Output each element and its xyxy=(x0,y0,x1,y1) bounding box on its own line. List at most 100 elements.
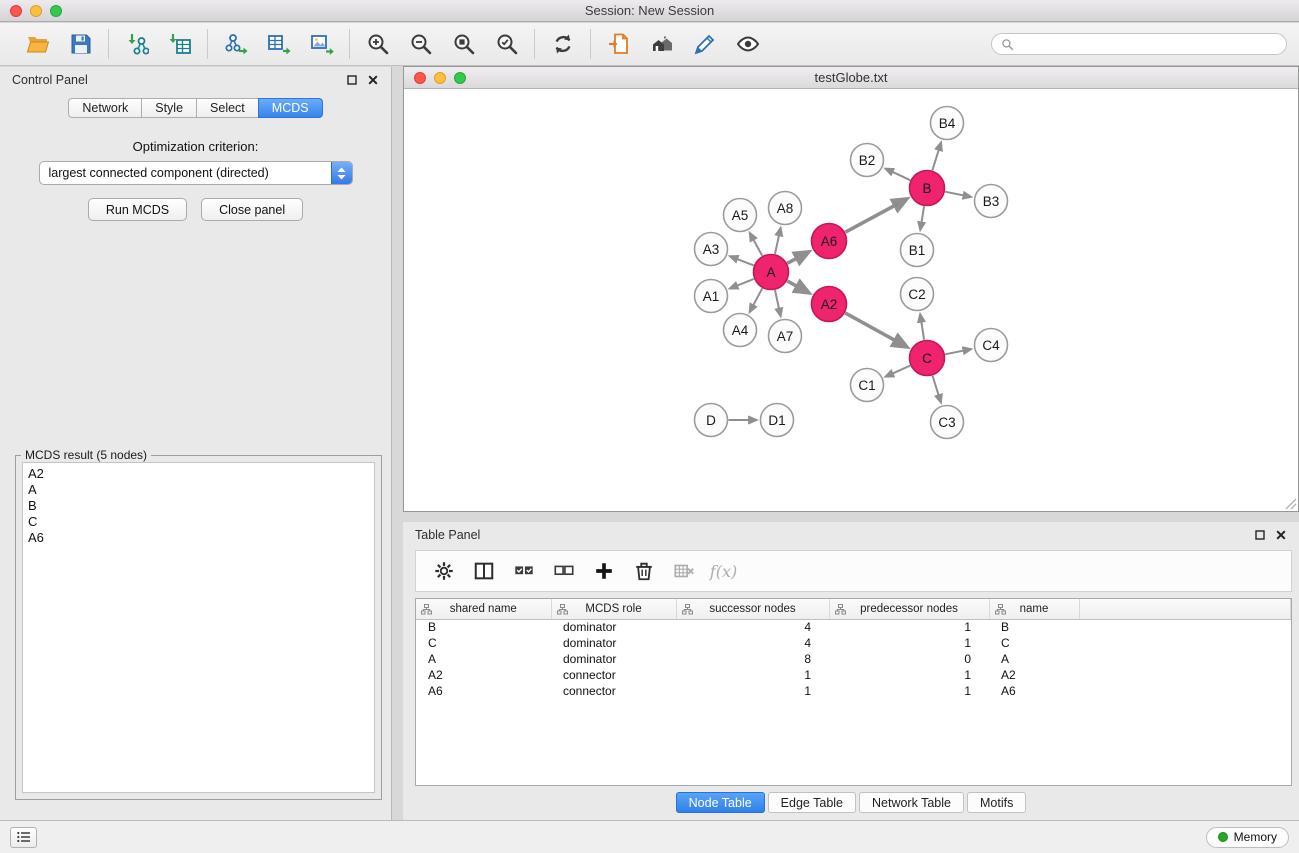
graph-node-C1[interactable]: C1 xyxy=(851,369,884,402)
tab-node-table[interactable]: Node Table xyxy=(676,792,765,813)
graph-node-B[interactable]: B xyxy=(910,171,945,206)
graph-edge-A-A8[interactable] xyxy=(775,228,781,254)
refresh-icon[interactable] xyxy=(549,31,576,58)
table-cell[interactable]: 1 xyxy=(829,635,989,651)
tab-mcds[interactable]: MCDS xyxy=(258,98,323,118)
graph-edge-C-C4[interactable] xyxy=(945,349,971,354)
column-header-shared-name[interactable]: shared name xyxy=(416,599,551,619)
select-all-icon[interactable] xyxy=(511,559,536,584)
graph-node-B2[interactable]: B2 xyxy=(851,144,884,177)
criterion-dropdown[interactable]: largest connected component (directed) xyxy=(39,161,353,185)
graph-edge-B-B4[interactable] xyxy=(932,143,941,171)
graph-node-A3[interactable]: A3 xyxy=(695,233,728,266)
network-close-button[interactable] xyxy=(414,72,426,84)
table-cell[interactable]: B xyxy=(416,619,551,635)
table-cell[interactable]: B xyxy=(989,619,1079,635)
home-icon[interactable] xyxy=(648,31,675,58)
graph-node-B4[interactable]: B4 xyxy=(931,107,964,140)
close-panel-icon[interactable] xyxy=(367,74,379,86)
table-row[interactable]: Bdominator41B xyxy=(416,619,1291,635)
graph-edge-A-A3[interactable] xyxy=(730,256,754,265)
graph-edge-A-A5[interactable] xyxy=(750,233,762,256)
graph-edge-A-A1[interactable] xyxy=(730,279,754,289)
add-row-icon[interactable] xyxy=(591,559,616,584)
graph-node-B1[interactable]: B1 xyxy=(901,234,934,267)
graph-node-C[interactable]: C xyxy=(910,341,945,376)
annotate-icon[interactable] xyxy=(691,31,718,58)
table-cell[interactable]: connector xyxy=(551,683,676,699)
column-options-icon[interactable] xyxy=(995,604,1006,615)
table-cell[interactable]: 1 xyxy=(829,667,989,683)
graph-node-B3[interactable]: B3 xyxy=(975,185,1008,218)
mcds-result-list[interactable]: A2ABCA6 xyxy=(22,462,375,793)
float-table-panel-icon[interactable] xyxy=(1254,529,1266,541)
zoom-selected-icon[interactable] xyxy=(493,31,520,58)
graph-edge-C-C3[interactable] xyxy=(933,376,941,403)
table-cell[interactable]: 0 xyxy=(829,651,989,667)
search-input[interactable] xyxy=(1019,37,1277,51)
import-document-icon[interactable] xyxy=(605,31,632,58)
graph-edge-A-A2[interactable] xyxy=(787,281,809,293)
table-cell[interactable]: 1 xyxy=(829,619,989,635)
column-options-icon[interactable] xyxy=(557,604,568,615)
column-header-successor-nodes[interactable]: successor nodes xyxy=(676,599,829,619)
graph-node-A8[interactable]: A8 xyxy=(769,192,802,225)
network-minimize-button[interactable] xyxy=(434,72,446,84)
graph-edge-B-B1[interactable] xyxy=(920,206,924,230)
table-cell[interactable]: connector xyxy=(551,667,676,683)
close-panel-button[interactable]: Close panel xyxy=(201,198,303,221)
table-cell[interactable]: dominator xyxy=(551,651,676,667)
show-columns-icon[interactable] xyxy=(471,559,496,584)
table-row[interactable]: Cdominator41C xyxy=(416,635,1291,651)
delete-rows-icon[interactable] xyxy=(631,559,656,584)
graph-node-D1[interactable]: D1 xyxy=(761,404,794,437)
table-cell[interactable]: A xyxy=(416,651,551,667)
column-header-mcds-role[interactable]: MCDS role xyxy=(551,599,676,619)
close-table-panel-icon[interactable] xyxy=(1275,529,1287,541)
column-header-name[interactable]: name xyxy=(989,599,1079,619)
table-cell[interactable]: A2 xyxy=(416,667,551,683)
zoom-in-icon[interactable] xyxy=(364,31,391,58)
graph-edge-B-B3[interactable] xyxy=(945,192,971,197)
export-image-icon[interactable] xyxy=(308,31,335,58)
show-view-icon[interactable] xyxy=(734,31,761,58)
float-panel-icon[interactable] xyxy=(346,74,358,86)
deselect-all-icon[interactable] xyxy=(551,559,576,584)
graph-edge-A-A7[interactable] xyxy=(775,290,781,316)
import-table-icon[interactable] xyxy=(166,31,193,58)
table-cell[interactable]: 8 xyxy=(676,651,829,667)
close-window-button[interactable] xyxy=(10,5,22,17)
graph-node-A6[interactable]: A6 xyxy=(812,224,847,259)
network-canvas[interactable]: B4B2BB3A8A5A6A3B1AC2A1A2A4A7C4CC1DD1C3 xyxy=(404,90,1298,511)
network-zoom-button[interactable] xyxy=(454,72,466,84)
table-row[interactable]: Adominator80A xyxy=(416,651,1291,667)
column-options-icon[interactable] xyxy=(682,604,693,615)
table-cell[interactable]: 1 xyxy=(676,667,829,683)
zoom-out-icon[interactable] xyxy=(407,31,434,58)
column-header-predecessor-nodes[interactable]: predecessor nodes xyxy=(829,599,989,619)
save-session-icon[interactable] xyxy=(67,31,94,58)
graph-edge-A-A6[interactable] xyxy=(787,252,808,263)
graph-edge-B-B2[interactable] xyxy=(886,169,911,181)
tab-edge-table[interactable]: Edge Table xyxy=(768,792,856,813)
graph-node-A4[interactable]: A4 xyxy=(724,314,757,347)
tab-style[interactable]: Style xyxy=(141,98,197,118)
minimize-window-button[interactable] xyxy=(30,5,42,17)
open-session-icon[interactable] xyxy=(24,31,51,58)
column-options-icon[interactable] xyxy=(835,604,846,615)
show-panel-list-button[interactable] xyxy=(10,827,37,848)
graph-node-D[interactable]: D xyxy=(695,404,728,437)
table-cell[interactable]: C xyxy=(989,635,1079,651)
table-cell[interactable]: 4 xyxy=(676,635,829,651)
zoom-fit-icon[interactable] xyxy=(450,31,477,58)
table-cell[interactable]: C xyxy=(416,635,551,651)
table-cell[interactable]: A xyxy=(989,651,1079,667)
graph-node-A1[interactable]: A1 xyxy=(695,280,728,313)
table-cell[interactable]: A2 xyxy=(989,667,1079,683)
table-row[interactable]: A6connector11A6 xyxy=(416,683,1291,699)
tab-network-table[interactable]: Network Table xyxy=(859,792,964,813)
table-row[interactable]: A2connector11A2 xyxy=(416,667,1291,683)
graph-node-A7[interactable]: A7 xyxy=(769,320,802,353)
table-cell[interactable]: 4 xyxy=(676,619,829,635)
graph-edge-C-C1[interactable] xyxy=(886,366,910,377)
